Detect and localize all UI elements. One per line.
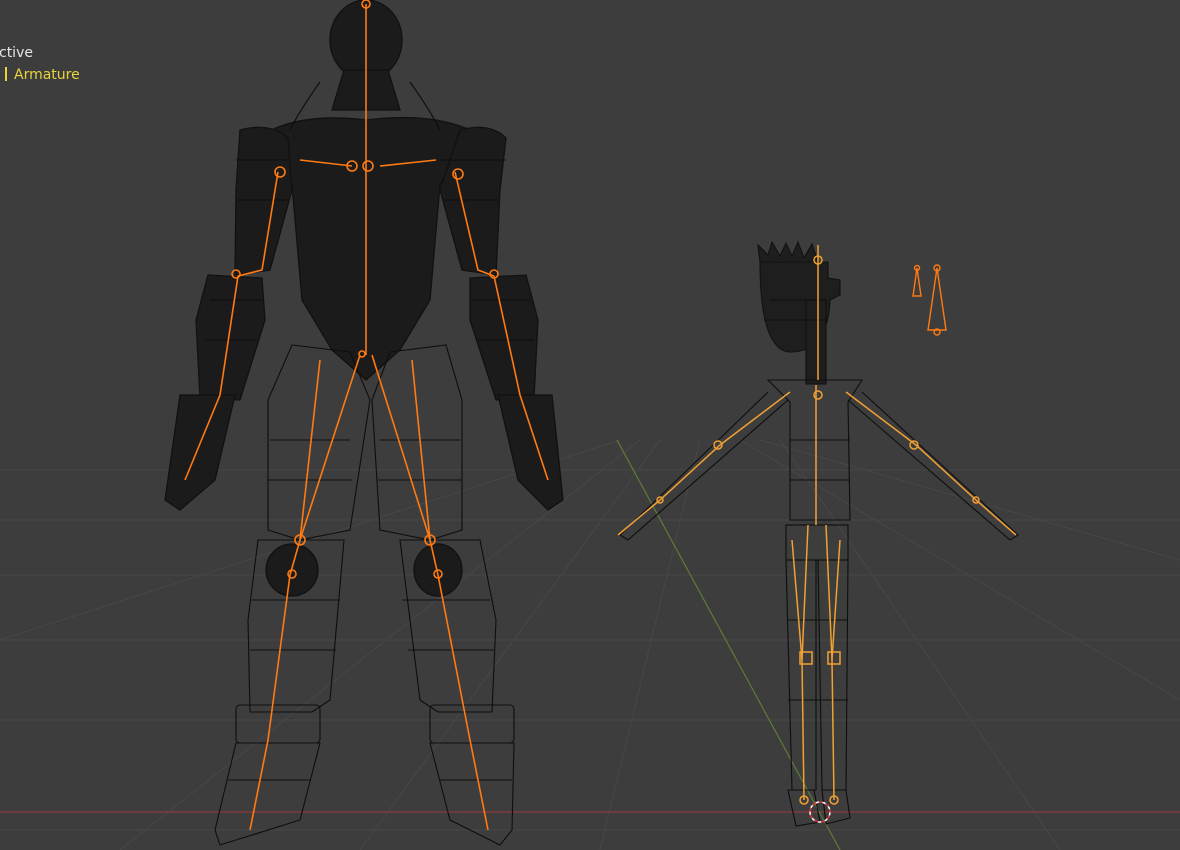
floating-bones[interactable] bbox=[912, 264, 947, 336]
cartoon-character-mesh[interactable] bbox=[619, 240, 1019, 827]
viewport-canvas[interactable] bbox=[0, 0, 1180, 850]
active-object-name: Armature bbox=[14, 67, 80, 83]
muscle-character-mesh[interactable] bbox=[164, 0, 564, 846]
viewport-info-overlay: ctive Armature bbox=[0, 42, 80, 86]
viewport-mode-label: ctive bbox=[0, 45, 33, 61]
separator-bar bbox=[5, 67, 7, 81]
3d-viewport[interactable]: ctive Armature bbox=[0, 0, 1180, 850]
active-object-label: Armature bbox=[0, 64, 80, 86]
